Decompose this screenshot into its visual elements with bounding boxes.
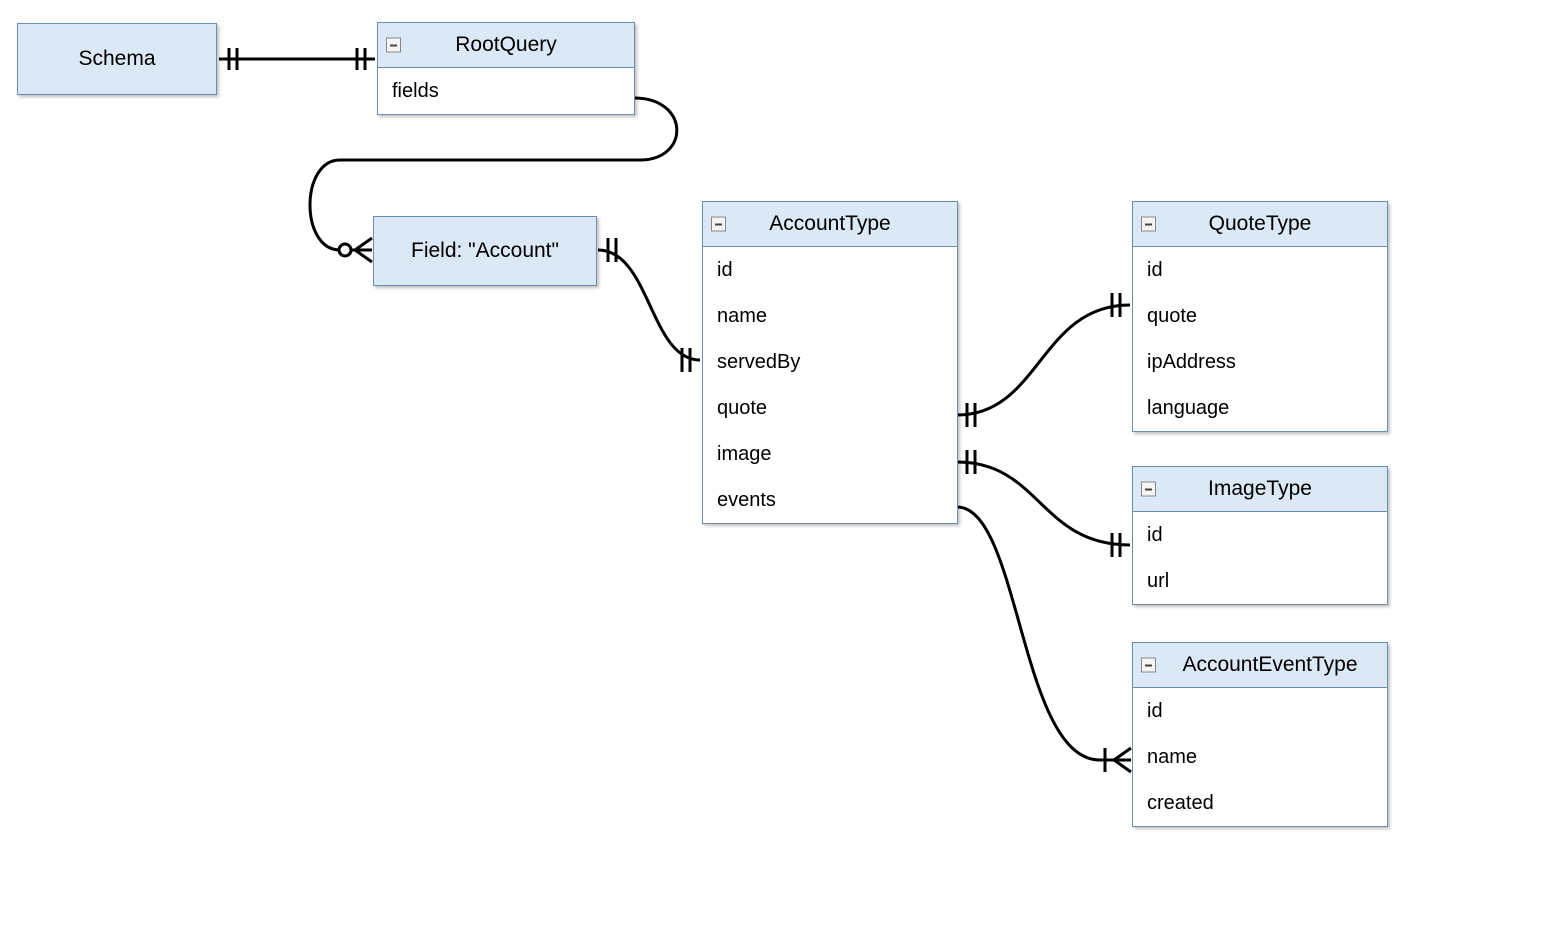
- box-quotetype-header: QuoteType: [1133, 202, 1387, 247]
- field-item: image: [703, 431, 957, 477]
- field-item: id: [1133, 247, 1387, 293]
- field-item: quote: [1133, 293, 1387, 339]
- collapse-icon[interactable]: [711, 217, 726, 232]
- field-item: url: [1133, 558, 1387, 604]
- box-rootquery[interactable]: RootQuery fields: [377, 22, 635, 115]
- field-item: fields: [378, 68, 634, 114]
- box-quotetype-title: QuoteType: [1209, 212, 1312, 235]
- box-quotetype[interactable]: QuoteType id quote ipAddress language: [1132, 201, 1388, 432]
- box-field-account[interactable]: Field: "Account": [373, 216, 597, 286]
- collapse-icon[interactable]: [1141, 658, 1156, 673]
- field-item: id: [1133, 688, 1387, 734]
- box-field-account-title: Field: "Account": [411, 239, 559, 263]
- field-item: id: [703, 247, 957, 293]
- field-item: name: [1133, 734, 1387, 780]
- box-accounttype[interactable]: AccountType id name servedBy quote image…: [702, 201, 958, 524]
- box-rootquery-title: RootQuery: [455, 33, 557, 56]
- field-item: created: [1133, 780, 1387, 826]
- box-accounttype-header: AccountType: [703, 202, 957, 247]
- box-imagetype[interactable]: ImageType id url: [1132, 466, 1388, 605]
- box-accounteventtype-header: AccountEventType: [1133, 643, 1387, 688]
- box-schema-title: Schema: [78, 47, 155, 71]
- box-accounttype-title: AccountType: [769, 212, 890, 235]
- box-rootquery-header: RootQuery: [378, 23, 634, 68]
- field-item: name: [703, 293, 957, 339]
- box-schema[interactable]: Schema: [17, 23, 217, 95]
- field-item: language: [1133, 385, 1387, 431]
- field-item: events: [703, 477, 957, 523]
- collapse-icon[interactable]: [1141, 482, 1156, 497]
- collapse-icon[interactable]: [1141, 217, 1156, 232]
- box-imagetype-title: ImageType: [1208, 477, 1312, 500]
- field-item: ipAddress: [1133, 339, 1387, 385]
- field-item: id: [1133, 512, 1387, 558]
- diagram-canvas: Schema RootQuery fields Field: "Account"…: [0, 0, 1552, 928]
- field-item: quote: [703, 385, 957, 431]
- box-imagetype-header: ImageType: [1133, 467, 1387, 512]
- field-item: servedBy: [703, 339, 957, 385]
- box-accounteventtype[interactable]: AccountEventType id name created: [1132, 642, 1388, 827]
- box-accounteventtype-title: AccountEventType: [1182, 653, 1357, 676]
- collapse-icon[interactable]: [386, 38, 401, 53]
